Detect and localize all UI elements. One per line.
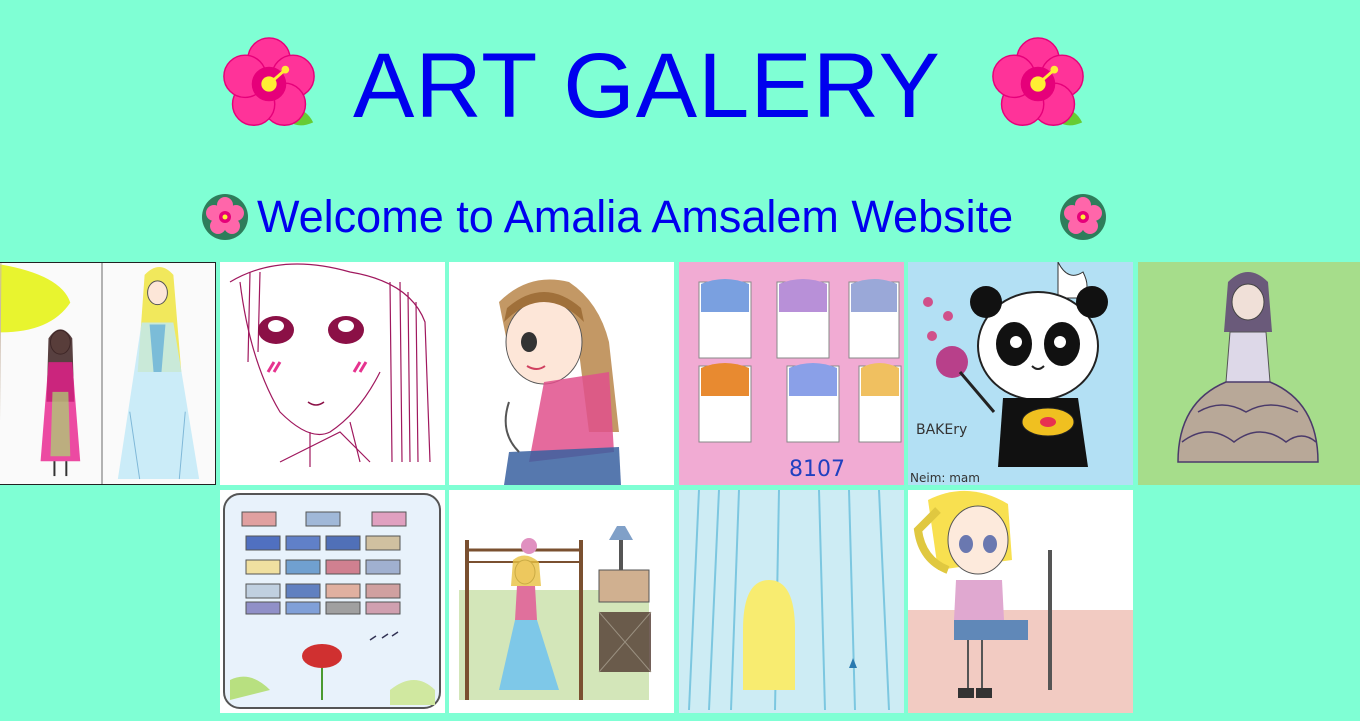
bakery-caption: BAKEry [916, 422, 967, 438]
art-gallery-page: ART GALERY Welcome to Amalia Amsalem Web… [0, 0, 1360, 721]
drawing-anime-faces-grid[interactable]: 8107 [679, 262, 904, 485]
drawing-rainy-window[interactable] [679, 490, 904, 713]
drawing-anime-faces-grid-art: 8107 [679, 262, 904, 485]
welcome-subtitle: Welcome to Amalia Amsalem Website [257, 191, 1014, 242]
drawing-two-princesses[interactable] [0, 262, 216, 485]
drawing-two-princesses-art [0, 263, 215, 484]
drawing-anime-face[interactable] [220, 262, 445, 485]
page-title: ART GALERY [353, 35, 941, 137]
hibiscus-flower-icon [992, 37, 1084, 126]
drawing-rainy-window-art [679, 490, 904, 713]
title-row: ART GALERY [0, 20, 1360, 150]
drawing-lady-ball-gown[interactable] [1138, 262, 1360, 485]
drawing-phone-app-icons-art [220, 490, 445, 713]
drawing-girl-pink-top-art [449, 262, 674, 485]
subtitle-row: Welcome to Amalia Amsalem Website [0, 190, 1360, 244]
name-caption: Neim: mam [910, 471, 980, 485]
hibiscus-flower-icon [223, 37, 315, 126]
flower-badge-icon [202, 194, 248, 240]
drawing-lady-ball-gown-art [1138, 262, 1360, 485]
signature-caption: 8107 [789, 457, 845, 482]
drawing-girl-on-chair[interactable] [908, 490, 1133, 713]
drawing-girl-on-chair-art [908, 490, 1133, 713]
drawing-girl-bedroom[interactable] [449, 490, 674, 713]
drawing-girl-bedroom-art [449, 490, 674, 713]
drawing-panda-bakery[interactable]: BAKEry Neim: mam [908, 262, 1133, 485]
flower-badge-icon [1060, 194, 1106, 240]
drawing-girl-pink-top[interactable] [449, 262, 674, 485]
drawing-panda-bakery-art: BAKEry Neim: mam [908, 262, 1133, 485]
drawing-anime-face-art [220, 262, 445, 485]
drawing-phone-app-icons[interactable] [220, 490, 445, 713]
